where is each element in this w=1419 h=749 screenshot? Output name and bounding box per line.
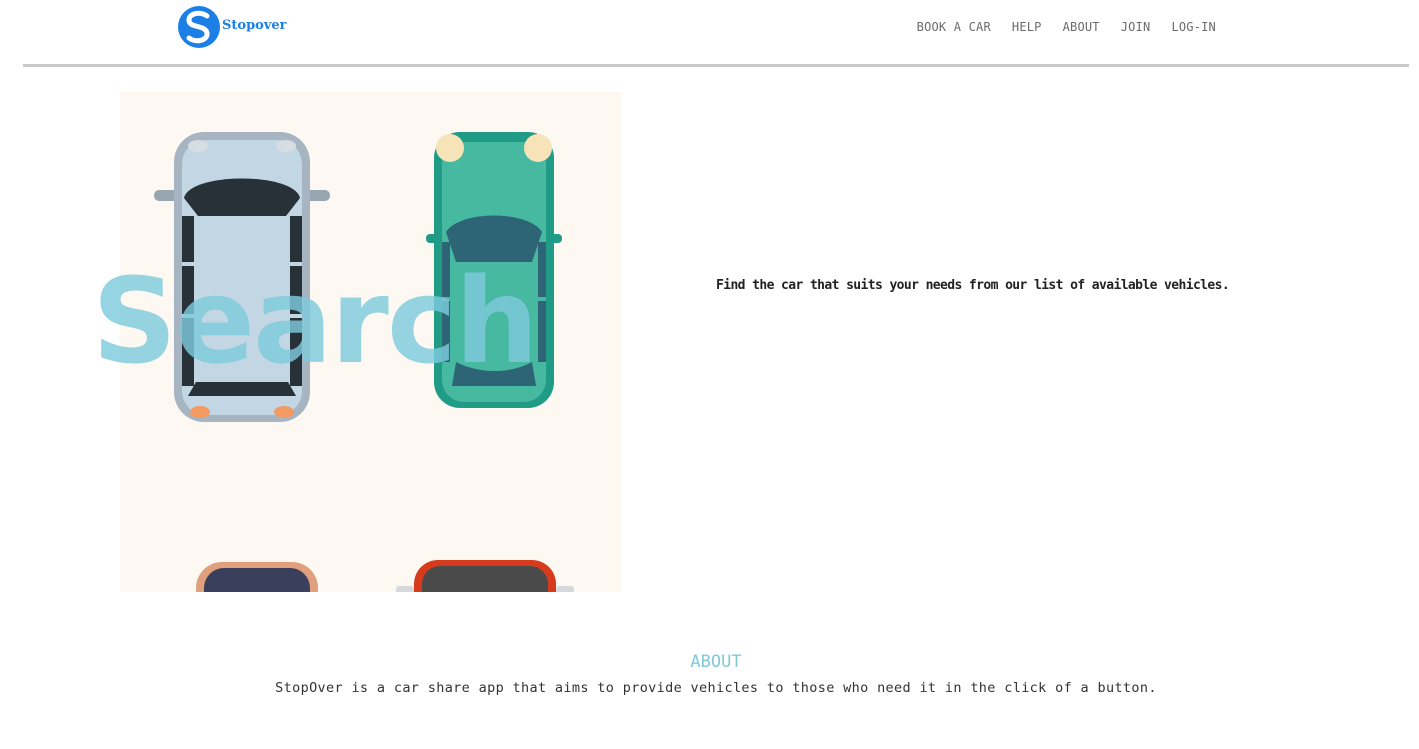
- nav-about[interactable]: ABOUT: [1063, 20, 1100, 34]
- logo-text: Stopover: [222, 17, 287, 33]
- red-car-illustration: [396, 560, 574, 592]
- search-link[interactable]: Search: [92, 262, 539, 380]
- site-header: Stopover BOOK A CAR HELP ABOUT JOIN LOG-…: [0, 0, 1419, 66]
- stopover-logo-icon: [178, 6, 220, 48]
- header-divider: [23, 64, 1409, 67]
- hero-tagline: Find the car that suits your needs from …: [716, 278, 1230, 293]
- blue-car-illustration: [196, 562, 318, 592]
- nav-book-a-car[interactable]: BOOK A CAR: [917, 20, 991, 34]
- nav-help[interactable]: HELP: [1012, 20, 1042, 34]
- about-description: StopOver is a car share app that aims to…: [275, 680, 1157, 696]
- logo[interactable]: Stopover: [178, 4, 287, 50]
- main-nav: BOOK A CAR HELP ABOUT JOIN LOG-IN: [917, 20, 1216, 34]
- nav-log-in[interactable]: LOG-IN: [1171, 20, 1216, 34]
- nav-join[interactable]: JOIN: [1121, 20, 1151, 34]
- about-heading: ABOUT: [690, 652, 742, 672]
